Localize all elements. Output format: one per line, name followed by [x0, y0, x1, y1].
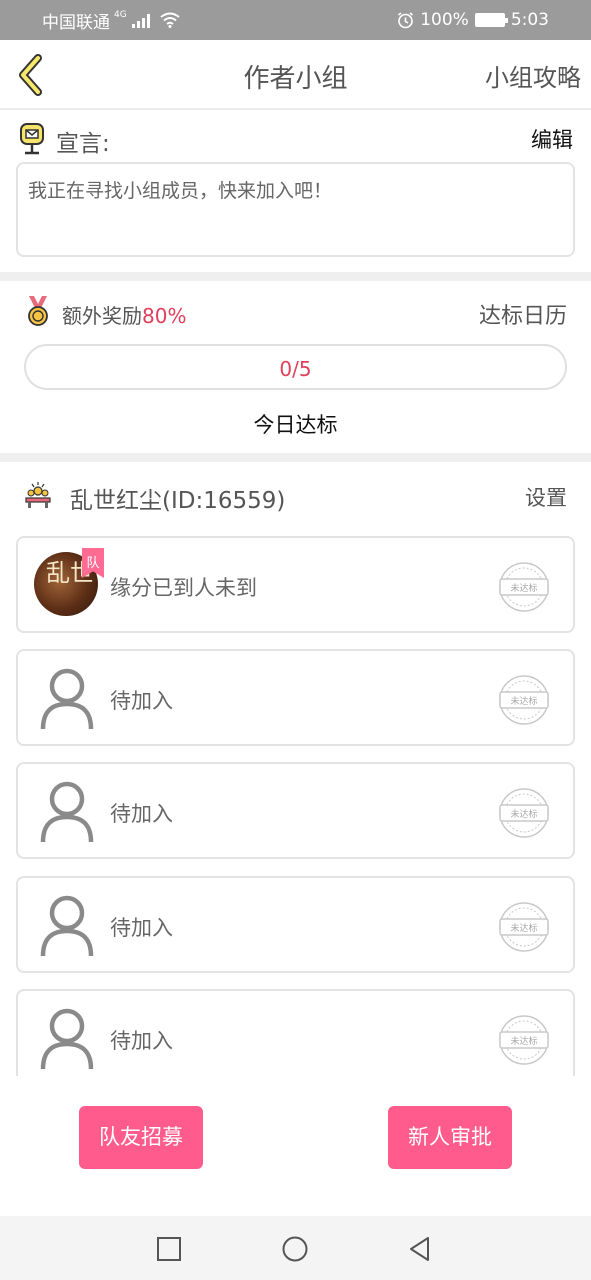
- recent-apps-icon[interactable]: [155, 1235, 183, 1263]
- progress-text: 0/5: [279, 357, 312, 381]
- section-divider: [0, 272, 591, 281]
- stamp-icon: 未达标: [499, 788, 549, 838]
- team-name: 乱世红尘(ID:16559): [70, 488, 286, 514]
- edit-button[interactable]: 编辑: [531, 124, 573, 154]
- team-header: 乱世红尘(ID:16559) 设置: [0, 462, 591, 530]
- clock: 5:03: [510, 10, 549, 30]
- reward-section: 额外奖励80% 达标日历 0/5 今日达标: [0, 281, 591, 453]
- carrier-label: 中国联通: [42, 12, 110, 33]
- wifi-icon: [160, 12, 180, 28]
- approve-newcomers-button[interactable]: 新人审批: [388, 1106, 512, 1169]
- stamp-icon: 未达标: [499, 902, 549, 952]
- signal-icon: [131, 13, 150, 28]
- manifesto-label: 宣言:: [56, 131, 110, 157]
- settings-link[interactable]: 设置: [525, 482, 567, 512]
- manifesto-section: 宣言: 编辑 我正在寻找小组成员，快来加入吧！: [0, 112, 591, 272]
- manifesto-text: 我正在寻找小组成员，快来加入吧！: [16, 162, 575, 257]
- stamp-text: 未达标: [510, 1035, 537, 1047]
- bottom-actions: 队友招募 新人审批: [0, 1090, 591, 1215]
- member-name: 待加入: [110, 689, 173, 713]
- status-right: 100% 5:03: [397, 10, 549, 30]
- member-name: 待加入: [110, 916, 173, 940]
- person-icon[interactable]: [40, 1007, 94, 1071]
- system-nav-bar: [0, 1216, 591, 1280]
- stamp-text: 未达标: [510, 582, 537, 594]
- stamp-icon: 未达标: [499, 562, 549, 612]
- extra-reward-text: 额外奖励: [62, 304, 142, 328]
- person-icon[interactable]: [40, 780, 94, 844]
- mailbox-icon: [20, 123, 44, 155]
- extra-reward-percent: 80%: [142, 304, 187, 328]
- today-goal-label: 今日达标: [253, 413, 338, 437]
- back-icon[interactable]: [406, 1235, 434, 1263]
- stamp-text: 未达标: [510, 922, 537, 934]
- team-icon: [25, 482, 51, 508]
- battery-percent: 100%: [420, 10, 469, 30]
- status-bar: 中国联通 4G 100% 5:03: [0, 0, 591, 40]
- stamp-icon: 未达标: [499, 1015, 549, 1065]
- member-name: 缘分已到人未到: [110, 576, 257, 600]
- battery-icon: [474, 13, 508, 27]
- member-card[interactable]: 待加入 未达标: [16, 762, 575, 859]
- recruit-teammates-button[interactable]: 队友招募: [79, 1106, 203, 1169]
- member-card[interactable]: 待加入 未达标: [16, 649, 575, 746]
- member-list[interactable]: 乱世 队 缘分已到人未到 未达标 待加入 未达标 待加入 未达标 待加入 未达标…: [0, 536, 591, 1076]
- stamp-icon: 未达标: [499, 675, 549, 725]
- extra-reward-label: 额外奖励80%: [62, 300, 186, 329]
- member-name: 待加入: [110, 802, 173, 826]
- stamp-text: 未达标: [510, 808, 537, 820]
- stamp-text: 未达标: [510, 695, 537, 707]
- status-left: 中国联通 4G: [42, 8, 180, 33]
- section-divider: [0, 453, 591, 462]
- progress-bar: 0/5: [24, 344, 567, 390]
- member-card[interactable]: 待加入 未达标: [16, 876, 575, 973]
- home-icon[interactable]: [281, 1235, 309, 1263]
- member-card[interactable]: 待加入 未达标: [16, 989, 575, 1076]
- member-name: 待加入: [110, 1029, 173, 1053]
- calendar-link[interactable]: 达标日历: [479, 298, 567, 330]
- medal-icon: [28, 296, 48, 326]
- person-icon[interactable]: [40, 667, 94, 731]
- nav-bar: 作者小组 小组攻略: [0, 40, 591, 110]
- member-card[interactable]: 乱世 队 缘分已到人未到 未达标: [16, 536, 575, 633]
- person-icon[interactable]: [40, 894, 94, 958]
- network-type: 4G: [114, 10, 127, 20]
- group-guide-link[interactable]: 小组攻略: [485, 58, 581, 93]
- alarm-icon: [398, 11, 414, 28]
